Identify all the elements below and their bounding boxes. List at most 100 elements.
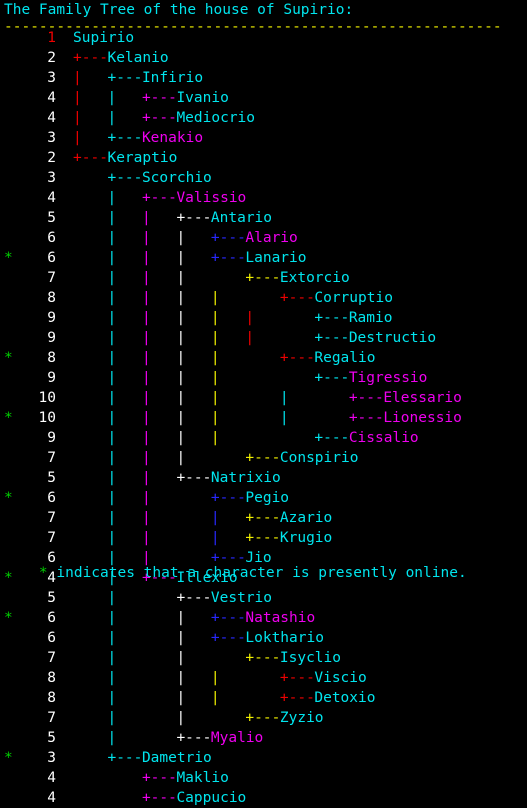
tree-connector: +--- [210,490,246,506]
tree-vertical-line: | [210,310,220,326]
generation-number: 8 [47,350,56,366]
character-name[interactable]: Cappucio [176,788,246,808]
character-name[interactable]: Elessario [383,388,462,408]
tree-row[interactable]: 5 | | +--- Antario [0,208,527,228]
tree-row[interactable]: 3 +--- Scorchio [0,168,527,188]
tree-row[interactable]: * 8 | | | | +--- Regalio [0,348,527,368]
tree-connector: +--- [314,370,350,386]
character-name[interactable]: Scorchio [142,168,212,188]
tree-row[interactable]: 9 | | | | | +--- Destructio [0,328,527,348]
tree-row[interactable]: 9 | | | | | +--- Ramio [0,308,527,328]
character-name[interactable]: Conspirio [280,448,359,468]
tree-vertical-line: | [176,250,186,266]
character-name[interactable]: Tigressio [349,368,428,388]
tree-row[interactable]: 8 | | | +--- Detoxio [0,688,527,708]
tree-row[interactable]: * 10 | | | | | +--- Lionessio [0,408,527,428]
character-name[interactable]: Mediocrio [176,108,255,128]
tree-connector: +--- [176,210,212,226]
tree-row[interactable]: 7 | | | +--- Azario [0,508,527,528]
tree-vertical-line: | [141,230,151,246]
tree-connector: +--- [141,110,177,126]
tree-row[interactable]: 8 | | | | +--- Corruptio [0,288,527,308]
character-name[interactable]: Dametrio [142,748,212,768]
character-name[interactable]: Regalio [314,348,375,368]
tree-vertical-line: | [107,490,117,506]
character-name[interactable]: Zyzio [280,708,324,728]
character-name[interactable]: Lanario [245,248,306,268]
tree-row[interactable]: 4 +--- Cappucio [0,788,527,808]
character-name[interactable]: Ramio [349,308,393,328]
tree-row[interactable]: 1 Supirio [0,28,527,48]
tree-vertical-line: | [107,190,117,206]
generation-number: 4 [47,110,56,126]
character-name[interactable]: Kelanio [107,48,168,68]
tree-vertical-line: | [73,70,82,86]
legend: * indicates that a character is presentl… [4,543,467,603]
character-name[interactable]: Azario [280,508,332,528]
tree-connector: +--- [245,270,281,286]
character-name[interactable]: Kenakio [142,128,203,148]
tree-row[interactable]: 9 | | | | +--- Cissalio [0,428,527,448]
tree-row[interactable]: 4 +--- Maklio [0,768,527,788]
character-name[interactable]: Keraptio [107,148,177,168]
tree-connector: +--- [210,630,246,646]
tree-row[interactable]: 6 | | +--- Lokthario [0,628,527,648]
character-name[interactable]: Lokthario [245,628,324,648]
generation-number: 6 [47,230,56,246]
tree-connector: +--- [314,330,350,346]
character-name[interactable]: Destructio [349,328,436,348]
online-marker-icon: * [4,490,13,506]
tree-row[interactable]: * 6 | | | +--- Lanario [0,248,527,268]
tree-vertical-line: | [141,350,151,366]
character-name[interactable]: Corruptio [314,288,393,308]
character-name[interactable]: Detoxio [314,688,375,708]
character-name[interactable]: Lionessio [383,408,462,428]
tree-row[interactable]: 3 | +--- Kenakio [0,128,527,148]
tree-row[interactable]: 2 +--- Keraptio [0,148,527,168]
character-name[interactable]: Extorcio [280,268,350,288]
tree-row[interactable]: 4 | | +--- Ivanio [0,88,527,108]
tree-vertical-line: | [279,410,289,426]
tree-vertical-line: | [210,370,220,386]
tree-connector: +--- [141,770,177,786]
character-name[interactable]: Myalio [211,728,263,748]
generation-number: 4 [47,770,56,786]
character-name[interactable]: Maklio [176,768,228,788]
tree-row[interactable]: 7 | | +--- Isyclio [0,648,527,668]
tree-row[interactable]: 10 | | | | | +--- Elessario [0,388,527,408]
tree-row[interactable]: 6 | | | +--- Alario [0,228,527,248]
tree-row[interactable]: 9 | | | | +--- Tigressio [0,368,527,388]
tree-row[interactable]: 5 | | +--- Natrixio [0,468,527,488]
character-name[interactable]: Ivanio [176,88,228,108]
generation-number: 5 [47,730,56,746]
character-name[interactable]: Viscio [314,668,366,688]
tree-vertical-line: | [73,110,82,126]
tree-row[interactable]: * 6 | | +--- Pegio [0,488,527,508]
character-name[interactable]: Pegio [245,488,289,508]
character-name[interactable]: Infirio [142,68,203,88]
tree-row[interactable]: 2 +--- Kelanio [0,48,527,68]
tree-row[interactable]: 7 | | | +--- Extorcio [0,268,527,288]
character-name[interactable]: Alario [245,228,297,248]
tree-vertical-line: | [245,310,255,326]
character-name[interactable]: Cissalio [349,428,419,448]
character-name[interactable]: Natashio [245,608,315,628]
tree-row[interactable]: 4 | +--- Valissio [0,188,527,208]
tree-row[interactable]: * 6 | | +--- Natashio [0,608,527,628]
tree-row[interactable]: 4 | | +--- Mediocrio [0,108,527,128]
character-name[interactable]: Natrixio [211,468,281,488]
tree-row[interactable]: * 3 +--- Dametrio [0,748,527,768]
tree-row[interactable]: 7 | | +--- Zyzio [0,708,527,728]
character-name[interactable]: Isyclio [280,648,341,668]
online-marker-icon: * [4,750,13,766]
tree-row[interactable]: 8 | | | +--- Viscio [0,668,527,688]
tree-row[interactable]: 7 | | | +--- Conspirio [0,448,527,468]
tree-row[interactable]: 3 | +--- Infirio [0,68,527,88]
generation-number: 7 [47,650,56,666]
tree-vertical-line: | [73,130,82,146]
tree-vertical-line: | [210,410,220,426]
tree-row[interactable]: 5 | +--- Myalio [0,728,527,748]
character-name[interactable]: Supirio [73,28,134,48]
character-name[interactable]: Antario [211,208,272,228]
character-name[interactable]: Valissio [176,188,246,208]
